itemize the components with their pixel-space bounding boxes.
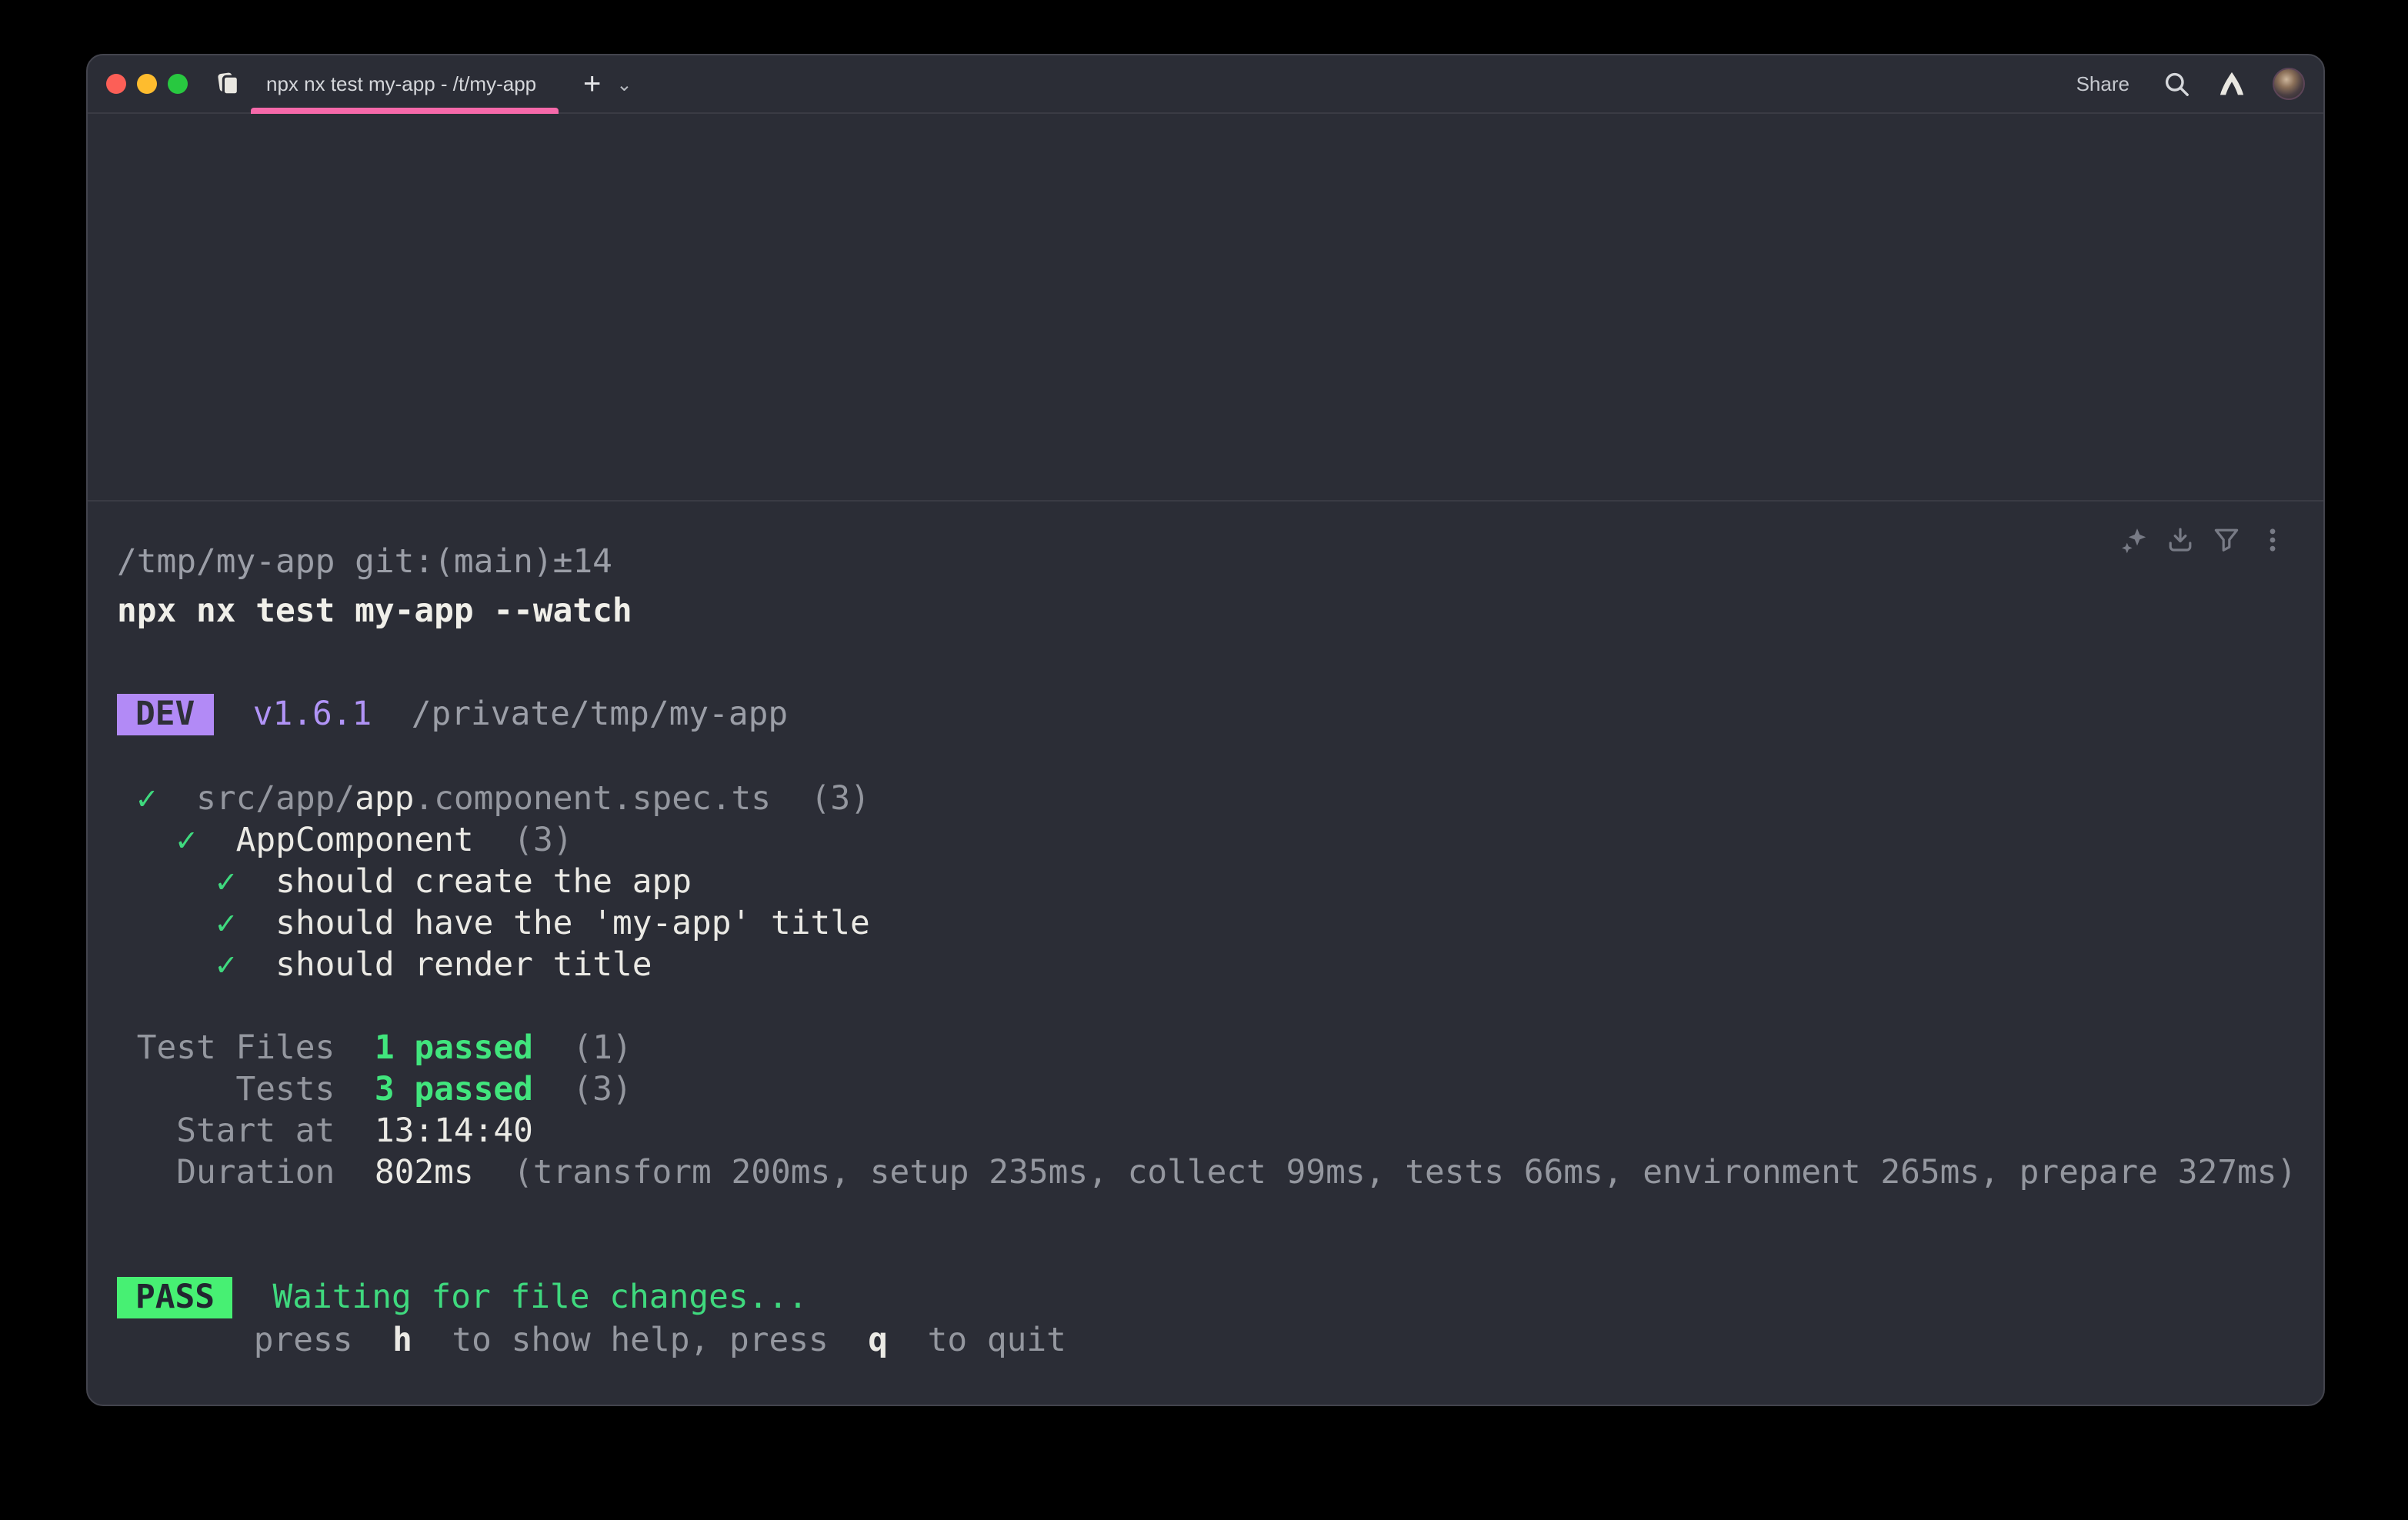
block-more-menu-button[interactable] — [2259, 526, 2286, 554]
search-button[interactable] — [2163, 70, 2191, 98]
file-test-count: (3) — [811, 780, 870, 818]
test-suite-line: ✓ AppComponent (3) — [117, 820, 2323, 862]
start-time: 13:14:40 — [375, 1112, 533, 1151]
ai-explain-button[interactable] — [2120, 526, 2148, 554]
maximize-window-button[interactable] — [168, 74, 188, 94]
command-text: npx nx test my-app --watch — [117, 592, 632, 631]
test-name: should create the app — [275, 863, 692, 902]
terminal-window: npx nx test my-app - /t/my-app + ⌄ Share — [86, 54, 2325, 1406]
suite-name: AppComponent — [236, 822, 474, 860]
window-controls — [106, 74, 188, 94]
tab-title: npx nx test my-app - /t/my-app — [266, 72, 536, 95]
command-block: /tmp/my-app git:(main)±14 npx nx test my… — [88, 502, 2323, 1362]
suite-test-count: (3) — [513, 822, 572, 860]
command-line: npx nx test my-app --watch — [117, 591, 2323, 632]
tests-count: (3) — [572, 1071, 632, 1109]
pass-badge: PASS — [117, 1277, 233, 1318]
file-ext: .component.spec.ts — [414, 780, 771, 818]
check-icon: ✓ — [216, 946, 236, 985]
prompt-path: /tmp/my-app git:(main)±14 — [117, 543, 612, 582]
summary-tests-line: Tests 3 passed (3) — [117, 1069, 2323, 1111]
active-tab-indicator — [251, 107, 559, 113]
block-toolbar — [2120, 526, 2286, 554]
test-name: should render title — [275, 946, 652, 985]
ai-sparkle-icon — [2120, 526, 2148, 554]
new-tab-button[interactable]: + — [583, 68, 601, 99]
watch-message: Waiting for file changes... — [272, 1278, 807, 1317]
minimize-window-button[interactable] — [137, 74, 157, 94]
summary-label: Start at — [117, 1111, 335, 1152]
file-dir: src/app/ — [196, 780, 355, 818]
share-button[interactable]: Share — [2076, 72, 2130, 95]
summary-label: Tests — [117, 1069, 335, 1111]
warp-logo-icon — [2219, 71, 2245, 97]
check-icon: ✓ — [216, 905, 236, 943]
close-window-button[interactable] — [106, 74, 126, 94]
hint-text: to quit — [928, 1322, 1066, 1360]
vitest-version: v1.6.1 — [253, 695, 372, 734]
filter-output-button[interactable] — [2213, 526, 2240, 554]
vitest-runner-line: DEV v1.6.1 /private/tmp/my-app — [117, 694, 2323, 735]
user-avatar[interactable] — [2273, 68, 2305, 100]
test-case-line: ✓ should create the app — [117, 862, 2323, 903]
tab-list-chevron-button[interactable]: ⌄ — [616, 75, 632, 93]
test-case-line: ✓ should have the 'my-app' title — [117, 903, 2323, 945]
files-count: (1) — [572, 1029, 632, 1068]
test-name: should have the 'my-app' title — [275, 905, 870, 943]
help-key: h — [392, 1322, 412, 1360]
filter-icon — [2213, 526, 2240, 554]
terminal-output: /tmp/my-app git:(main)±14 npx nx test my… — [88, 502, 2323, 1362]
prompt-line: /tmp/my-app git:(main)±14 — [117, 542, 2323, 583]
watch-status-line: PASS Waiting for file changes... — [117, 1277, 2323, 1318]
summary-files-line: Test Files 1 passed (1) — [117, 1028, 2323, 1069]
kebab-menu-icon — [2259, 526, 2286, 554]
test-file-line: ✓ src/app/app.component.spec.ts (3) — [117, 778, 2323, 820]
terminal-tab[interactable]: npx nx test my-app - /t/my-app — [251, 55, 559, 113]
tab-pages-button[interactable] — [215, 71, 242, 97]
quit-key: q — [868, 1322, 888, 1360]
terminal-scrollback — [88, 114, 2323, 502]
check-icon: ✓ — [176, 822, 196, 860]
summary-label: Duration — [117, 1152, 335, 1194]
duration-value: 802ms — [375, 1154, 474, 1192]
warp-assistant-button[interactable] — [2219, 71, 2245, 97]
tab-bar: npx nx test my-app - /t/my-app + ⌄ Share — [88, 55, 2323, 114]
summary-start-line: Start at 13:14:40 — [117, 1111, 2323, 1152]
download-icon — [2166, 526, 2194, 554]
tests-passed: 3 passed — [375, 1071, 533, 1109]
duration-breakdown: (transform 200ms, setup 235ms, collect 9… — [513, 1154, 2296, 1192]
summary-label: Test Files — [117, 1028, 335, 1069]
check-icon: ✓ — [216, 863, 236, 902]
watch-hint-line: press h to show help, press q to quit — [117, 1320, 2323, 1362]
files-passed: 1 passed — [375, 1029, 533, 1068]
dev-badge: DEV — [117, 694, 213, 735]
desktop: npx nx test my-app - /t/my-app + ⌄ Share — [0, 0, 2408, 1520]
hint-text: to show help, press — [452, 1322, 828, 1360]
pages-icon — [215, 71, 242, 97]
summary-duration-line: Duration 802ms (transform 200ms, setup 23… — [117, 1152, 2323, 1194]
download-output-button[interactable] — [2166, 526, 2194, 554]
check-icon: ✓ — [137, 780, 157, 818]
project-path: /private/tmp/my-app — [412, 695, 788, 734]
search-icon — [2163, 70, 2191, 98]
hint-text: press — [254, 1322, 353, 1360]
file-base: app — [355, 780, 414, 818]
test-case-line: ✓ should render title — [117, 945, 2323, 986]
